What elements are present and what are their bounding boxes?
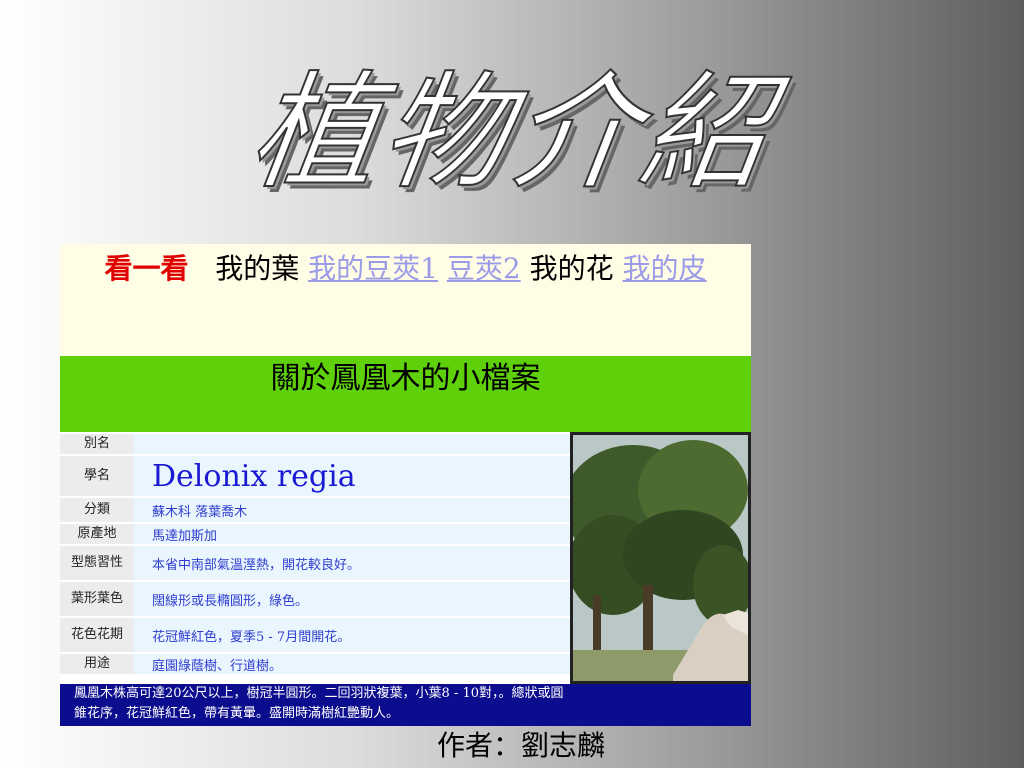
row-label: 別名 [60,434,134,454]
row-label: 型態習性 [60,546,134,580]
row-value: 本省中南部氣溫溼熱，開花較良好。 [134,546,570,580]
row-label: 學名 [60,456,134,496]
plant-info-panel: 看一看 我的葉 我的豆莢1 豆莢2 我的花 我的皮 關於鳳凰木的小檔案 別名 學… [60,244,751,726]
row-value: 蘇木科 落葉喬木 [134,498,570,522]
nav-link-bark[interactable]: 我的皮 [623,252,707,285]
table-row: 花色花期 花冠鮮紅色，夏季5 - 7月間開花。 [60,618,570,652]
row-value [134,434,570,454]
table-row: 用途 庭園綠蔭樹、行道樹。 [60,654,570,674]
nav-lead: 看一看 [104,252,189,285]
row-label: 用途 [60,654,134,674]
row-value: 馬達加斯加 [134,524,570,544]
row-value: 花冠鮮紅色，夏季5 - 7月間開花。 [134,618,570,652]
nav-link-pod2[interactable]: 豆莢2 [447,252,521,285]
author-credit: 作者：劉志麟 [437,729,606,762]
row-label: 原產地 [60,524,134,544]
row-label: 葉形葉色 [60,582,134,616]
footer-line-1: 鳳凰木株高可達20公尺以上，樹冠半圓形。二回羽狀複葉，小葉8 - 10對，。總狀… [74,686,564,701]
description-footer: 鳳凰木株高可達20公尺以上，樹冠半圓形。二回羽狀複葉，小葉8 - 10對，。總狀… [60,684,751,726]
nav-link-pod1[interactable]: 我的豆莢1 [308,252,438,285]
row-label: 花色花期 [60,618,134,652]
slide-title: 植物介紹 [241,58,784,207]
profile-banner: 關於鳳凰木的小檔案 [60,356,751,432]
table-row: 分類 蘇木科 落葉喬木 [60,498,570,522]
row-value: 庭園綠蔭樹、行道樹。 [134,654,570,674]
row-value: Delonix regia [134,456,570,496]
table-row: 型態習性 本省中南部氣溫溼熱，開花較良好。 [60,546,570,580]
nav-flower: 我的花 [529,252,614,285]
nav-bar: 看一看 我的葉 我的豆莢1 豆莢2 我的花 我的皮 [60,244,751,356]
tree-image [573,435,748,681]
table-row: 原產地 馬達加斯加 [60,524,570,544]
table-row: 別名 [60,434,570,454]
footer-line-2: 錐花序，花冠鮮紅色，帶有黃暈。盛開時滿樹紅艷動人。 [74,706,400,721]
row-value: 闊線形或長橢圓形，綠色。 [134,582,570,616]
tree-photo [570,432,751,684]
row-label: 分類 [60,498,134,522]
nav-leaf: 我的葉 [215,252,300,285]
table-row: 葉形葉色 闊線形或長橢圓形，綠色。 [60,582,570,616]
table-row: 學名 Delonix regia [60,456,570,496]
info-table: 別名 學名 Delonix regia 分類 蘇木科 落葉喬木 原產地 馬達加斯… [60,432,570,684]
